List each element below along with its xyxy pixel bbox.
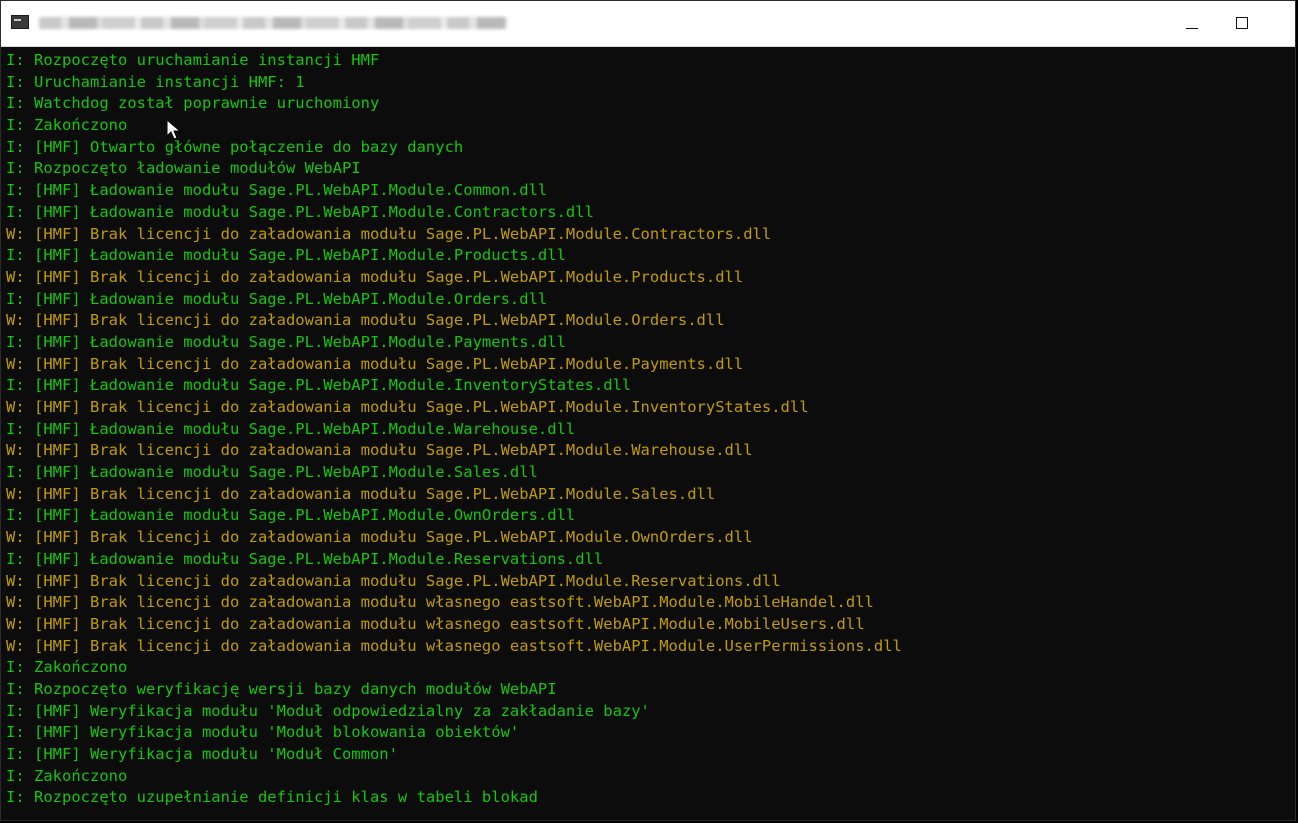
console-line: W: [HMF] Brak licencji do załadowania mo… xyxy=(6,593,874,612)
console-line: I: [HMF] Ładowanie modułu Sage.PL.WebAPI… xyxy=(6,181,548,200)
console-line: I: [HMF] Ładowanie modułu Sage.PL.WebAPI… xyxy=(6,419,576,438)
minimize-button[interactable] xyxy=(1169,1,1215,46)
console-line: I: Rozpoczęto ładowanie modułów WebAPI xyxy=(6,159,361,178)
console-line: I: Zakończono xyxy=(6,766,128,785)
console-line: I: [HMF] Weryfikacja modułu 'Moduł Commo… xyxy=(6,745,398,763)
console-line: I: [HMF] Otwarto główne połączenie do ba… xyxy=(6,137,464,156)
console-line: I: Uruchamianie instancji HMF: 1 xyxy=(6,72,305,91)
console-line: W: [HMF] Brak licencji do załadowania mo… xyxy=(6,311,725,330)
console-line: I: [HMF] Ładowanie modułu Sage.PL.WebAPI… xyxy=(6,549,604,568)
console-line: I: [HMF] Ładowanie modułu Sage.PL.WebAPI… xyxy=(6,506,576,525)
maximize-icon xyxy=(1236,17,1248,29)
console-line: I: Rozpoczęto weryfikację wersji bazy da… xyxy=(6,679,557,698)
console-line: I: Rozpoczęto uzupełnianie definicji kla… xyxy=(6,788,538,807)
console-line: W: [HMF] Brak licencji do załadowania mo… xyxy=(6,224,772,243)
mouse-pointer-icon xyxy=(166,119,182,140)
console-line: I: [HMF] Ładowanie modułu Sage.PL.WebAPI… xyxy=(6,246,566,265)
console-line: W: [HMF] Brak licencji do załadowania mo… xyxy=(6,614,865,633)
console-line: I: Zakończono xyxy=(6,658,128,677)
minimize-icon xyxy=(1186,28,1198,29)
console-line: W: [HMF] Brak licencji do załadowania mo… xyxy=(6,636,902,655)
console-line: W: [HMF] Brak licencji do załadowania mo… xyxy=(6,571,781,590)
console-line: I: [HMF] Weryfikacja modułu 'Moduł odpow… xyxy=(6,701,650,720)
console-line: W: [HMF] Brak licencji do załadowania mo… xyxy=(6,267,744,286)
console-line: W: [HMF] Brak licencji do załadowania mo… xyxy=(6,528,753,547)
console-app-icon[interactable] xyxy=(11,15,29,29)
console-line: W: [HMF] Brak licencji do załadowania mo… xyxy=(6,398,809,416)
window-title-redacted xyxy=(39,17,507,29)
console-line: W: [HMF] Brak licencji do załadowania mo… xyxy=(6,484,716,503)
console-line: I: Zakończono xyxy=(6,116,128,135)
maximize-button[interactable] xyxy=(1219,1,1265,46)
console-line: I: Rozpoczęto uruchamianie instancji HMF xyxy=(6,51,380,69)
console-line: I: [HMF] Weryfikacja modułu 'Moduł bloko… xyxy=(6,723,520,742)
title-bar[interactable] xyxy=(1,1,1295,47)
console-output[interactable]: I: Rozpoczęto uruchamianie instancji HMF… xyxy=(1,47,1295,820)
console-line: I: [HMF] Ładowanie modułu Sage.PL.WebAPI… xyxy=(6,463,538,482)
console-window: I: Rozpoczęto uruchamianie instancji HMF… xyxy=(0,0,1296,821)
console-line: I: [HMF] Ładowanie modułu Sage.PL.WebAPI… xyxy=(6,376,632,395)
console-line: I: [HMF] Ładowanie modułu Sage.PL.WebAPI… xyxy=(6,289,548,308)
console-line: I: [HMF] Ładowanie modułu Sage.PL.WebAPI… xyxy=(6,202,594,221)
console-line: W: [HMF] Brak licencji do załadowania mo… xyxy=(6,354,744,373)
console-line: I: [HMF] Ładowanie modułu Sage.PL.WebAPI… xyxy=(6,332,566,351)
console-line: W: [HMF] Brak licencji do załadowania mo… xyxy=(6,441,753,460)
console-line: I: Watchdog został poprawnie uruchomiony xyxy=(6,94,380,113)
